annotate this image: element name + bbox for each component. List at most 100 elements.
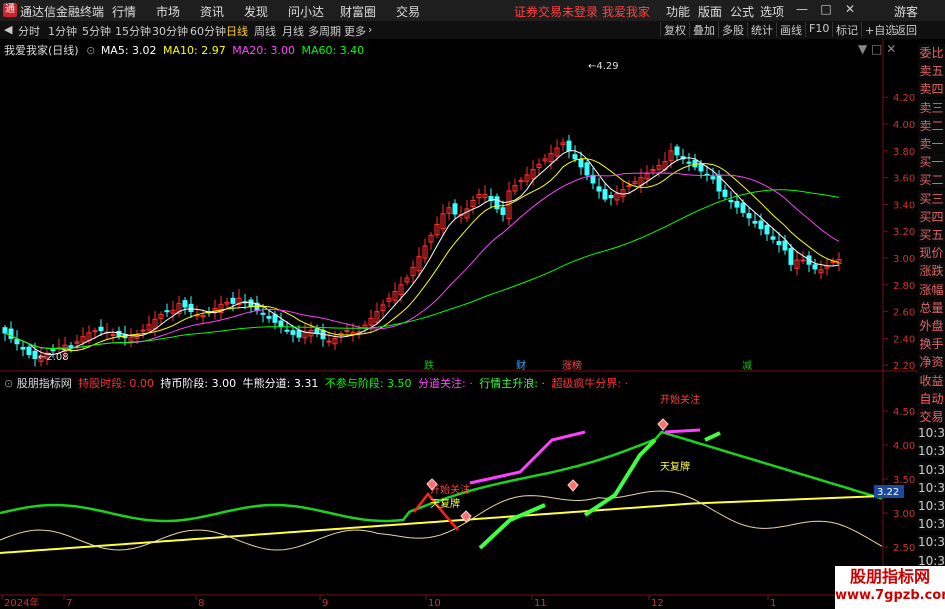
maximize-icon[interactable]: □ bbox=[816, 2, 836, 18]
menu-item[interactable]: 行情 bbox=[112, 3, 136, 20]
toolbar-right-btn[interactable]: 复权 bbox=[660, 22, 689, 37]
event-marker[interactable]: 涨榜 bbox=[562, 359, 582, 372]
candle-body bbox=[608, 194, 614, 199]
period-tab-more[interactable]: 更多 bbox=[344, 23, 366, 39]
period-tab[interactable]: 1分钟 bbox=[48, 23, 77, 39]
candle-body bbox=[626, 185, 632, 188]
candle-body bbox=[164, 310, 170, 313]
menu-item[interactable]: 市场 bbox=[156, 3, 180, 20]
stock-name[interactable]: 我爱我家(日线) bbox=[4, 44, 79, 57]
toolbar-right-btn[interactable]: 多股 bbox=[718, 22, 747, 37]
menu-bar: 通 通达信金融终端 行情 市场 资讯 发现 问小达 财富圈 交易 证券交易未登录… bbox=[0, 0, 945, 22]
candle-body bbox=[710, 176, 716, 180]
ind-tick-label: 4.50 bbox=[893, 407, 915, 418]
menu-right-item[interactable]: 版面 bbox=[698, 3, 722, 20]
time-tick-label: 8 bbox=[198, 598, 204, 609]
candle-body bbox=[272, 314, 278, 323]
time-tick-label: 7 bbox=[66, 598, 72, 609]
indicator-annotation: 开始关注 bbox=[660, 393, 700, 406]
order-book-label: 买三 bbox=[918, 189, 945, 207]
candle-body bbox=[140, 329, 146, 332]
price-tick-label: 4.00 bbox=[893, 120, 915, 131]
candle-body bbox=[650, 169, 656, 172]
candle-body bbox=[566, 140, 572, 152]
order-book-label: 自动 bbox=[918, 389, 945, 407]
order-book-label: 涨跌 bbox=[918, 262, 945, 280]
candle-body bbox=[182, 300, 188, 308]
menu-item[interactable]: 发现 bbox=[244, 3, 268, 20]
event-marker[interactable]: 跌 bbox=[424, 359, 434, 372]
candle-body bbox=[584, 162, 590, 176]
toolbar-right-btn[interactable]: 标记 bbox=[832, 22, 861, 37]
chevron-right-icon[interactable]: › bbox=[368, 23, 372, 36]
candle-body bbox=[740, 202, 746, 213]
indicator-item: 超级疯牛分界: · bbox=[551, 377, 629, 390]
candle-body bbox=[698, 163, 704, 172]
candle-body bbox=[8, 328, 14, 339]
period-tab-active[interactable]: 日线 bbox=[226, 23, 248, 39]
ma-label: MA20: 3.00 bbox=[232, 44, 295, 57]
candle-body bbox=[98, 326, 104, 332]
period-tab[interactable]: 周线 bbox=[254, 23, 276, 39]
time-tick-label: 12 bbox=[651, 598, 664, 609]
candle-body bbox=[686, 161, 692, 164]
menu-right-item[interactable]: 选项 bbox=[760, 3, 784, 20]
candle-body bbox=[32, 350, 38, 359]
period-tab[interactable]: 15分钟 bbox=[115, 23, 151, 39]
order-book-label: 买四 bbox=[918, 207, 945, 225]
main-legend: 我爱我家(日线) ⊙ MA5: 3.02 MA10: 2.97 MA20: 3.… bbox=[4, 42, 364, 58]
toolbar-right-btn[interactable]: 画线 bbox=[776, 22, 805, 37]
period-tab[interactable]: 分时 bbox=[18, 23, 40, 39]
close-icon[interactable]: ✕ bbox=[840, 2, 860, 18]
candle-body bbox=[812, 264, 818, 270]
menu-right-item[interactable]: 功能 bbox=[666, 3, 690, 20]
app-logo-icon: 通 bbox=[3, 3, 17, 17]
indicator-annotation: 天复牌 bbox=[430, 497, 460, 510]
watermark-title: 股朋指标网 bbox=[849, 567, 930, 586]
menu-item[interactable]: 资讯 bbox=[200, 3, 224, 20]
settings-icon[interactable]: ⊙ bbox=[86, 44, 95, 57]
minimize-icon[interactable]: — bbox=[792, 2, 812, 18]
panel-controls[interactable]: ▼ □ ✕ bbox=[858, 42, 896, 56]
ind-tick-label: 3.50 bbox=[893, 475, 915, 486]
indicator-legend: ⊙ 股朋指标网 持股时段: 0.00 持币阶段: 3.00 牛熊分道: 3.31… bbox=[4, 375, 628, 391]
order-book-label: 买五 bbox=[918, 226, 945, 243]
order-book-label: 10:3 bbox=[918, 462, 945, 477]
event-marker[interactable]: 财 bbox=[516, 359, 526, 372]
indicator-item: 分道关注: · bbox=[418, 377, 473, 390]
period-tab[interactable]: 5分钟 bbox=[82, 23, 111, 39]
candle-body bbox=[722, 189, 728, 197]
toolbar-right-btn[interactable]: 叠加 bbox=[689, 22, 718, 37]
toolbar-right-btn[interactable]: 返回 bbox=[891, 22, 920, 37]
toolbar-right-btn[interactable]: F10 bbox=[805, 22, 832, 37]
order-book-label: 10:3 bbox=[918, 480, 945, 495]
candle-body bbox=[290, 330, 296, 335]
order-book-label: 卖二 bbox=[918, 116, 945, 134]
candle-body bbox=[596, 186, 602, 192]
period-tab[interactable]: 60分钟 bbox=[190, 23, 226, 39]
order-book-label: 10:3 bbox=[918, 426, 945, 441]
guest-label[interactable]: 游客 bbox=[894, 3, 918, 20]
order-book-label: 委比 bbox=[918, 44, 945, 61]
candle-body bbox=[296, 329, 302, 338]
settings-icon[interactable]: ⊙ bbox=[4, 377, 13, 390]
indicator-name[interactable]: 股朋指标网 bbox=[17, 377, 72, 390]
candle-body bbox=[782, 240, 788, 251]
menu-item[interactable]: 问小达 bbox=[288, 3, 324, 20]
login-warning[interactable]: 证券交易未登录 我爱我家 bbox=[514, 3, 650, 20]
menu-item[interactable]: 财富圈 bbox=[340, 3, 376, 20]
period-tab[interactable]: 多周期 bbox=[308, 23, 341, 39]
price-tick-label: 3.00 bbox=[893, 254, 915, 265]
event-marker[interactable]: 减 bbox=[742, 360, 752, 372]
menu-right-item[interactable]: 公式 bbox=[730, 3, 754, 20]
nav-back-icon[interactable]: ◀ bbox=[4, 23, 12, 36]
menu-item[interactable]: 交易 bbox=[396, 3, 420, 20]
chart-background bbox=[0, 39, 945, 609]
candle-body bbox=[278, 320, 284, 327]
period-tab[interactable]: 30分钟 bbox=[152, 23, 188, 39]
period-tab[interactable]: 月线 bbox=[282, 23, 304, 39]
kline-chart[interactable]: ←4.29←2.08跌财涨榜减 开始关注天复牌开始关注天复牌 4.204.003… bbox=[0, 39, 945, 609]
order-book-label: 交易 bbox=[918, 408, 945, 425]
toolbar-right-btn[interactable]: 统计 bbox=[747, 22, 776, 37]
order-book-label: 换手 bbox=[918, 335, 945, 353]
